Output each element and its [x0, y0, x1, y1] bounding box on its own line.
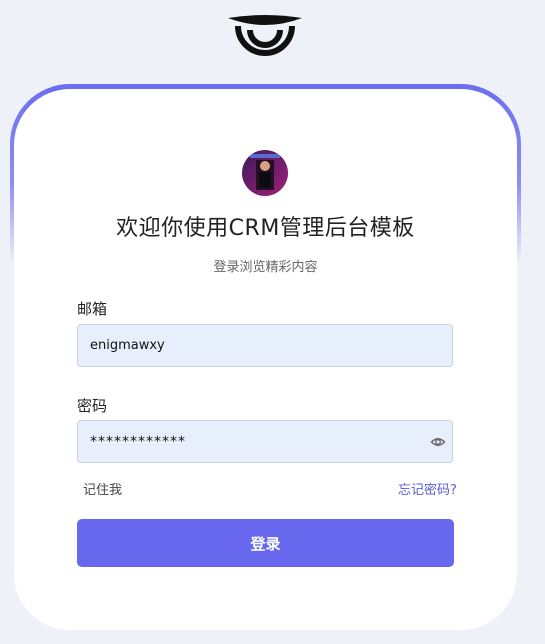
- eye-icon[interactable]: [430, 434, 446, 450]
- login-button[interactable]: 登录: [77, 519, 454, 567]
- email-field[interactable]: [77, 324, 453, 367]
- forgot-password-link[interactable]: 忘记密码?: [398, 479, 457, 498]
- avatar: [242, 150, 288, 196]
- password-label: 密码: [77, 397, 108, 415]
- remember-me-checkbox[interactable]: 记住我: [83, 479, 122, 498]
- password-field[interactable]: [77, 420, 453, 463]
- page-title: 欢迎你使用CRM管理后台模板: [116, 216, 415, 241]
- email-label: 邮箱: [77, 300, 108, 318]
- page-subtitle: 登录浏览精彩内容: [213, 260, 318, 275]
- brand-logo-icon: [228, 15, 302, 56]
